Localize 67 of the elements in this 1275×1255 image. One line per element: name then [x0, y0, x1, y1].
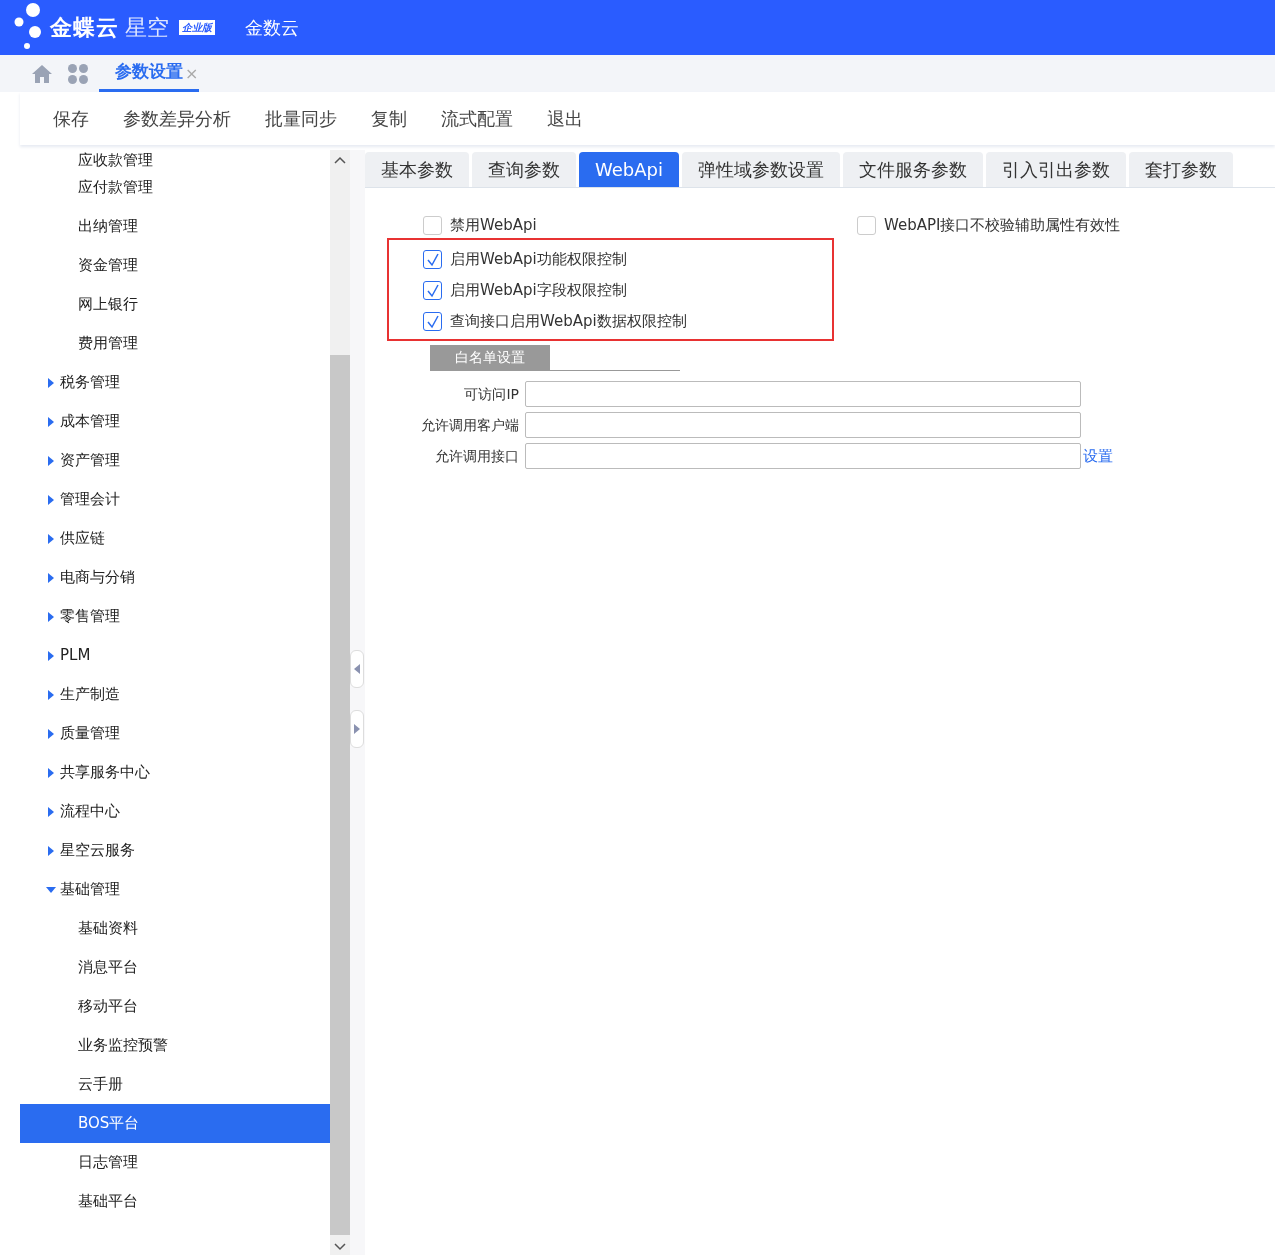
settings-tab[interactable]: 查询参数 — [472, 152, 576, 187]
option-label: 启用WebApi字段权限控制 — [450, 280, 627, 302]
input-field[interactable] — [525, 381, 1081, 407]
expand-handle[interactable] — [350, 710, 364, 748]
tree-item[interactable]: 资产管理 — [20, 441, 330, 480]
toolbar-button[interactable]: 流式配置 — [424, 105, 530, 132]
tree-item[interactable]: 税务管理 — [20, 363, 330, 402]
tree-item[interactable]: PLM — [20, 636, 330, 675]
option-label: 禁用WebApi — [450, 214, 537, 236]
settings-tab[interactable]: 引入引出参数 — [986, 152, 1126, 187]
toolbar-button[interactable]: 保存 — [36, 105, 106, 132]
tree-item[interactable]: 应付款管理 — [20, 168, 330, 207]
tree-item[interactable]: BOS平台 — [20, 1104, 330, 1143]
tree-item[interactable]: 移动平台 — [20, 987, 330, 1026]
tree-item[interactable]: 云手册 — [20, 1065, 330, 1104]
app-title[interactable]: 金数云 — [245, 14, 299, 41]
tree-item[interactable]: 共享服务中心 — [20, 753, 330, 792]
tree-item[interactable]: 流程中心 — [20, 792, 330, 831]
settings-tab[interactable]: 文件服务参数 — [843, 152, 983, 187]
scroll-up-icon[interactable] — [334, 156, 346, 164]
tree-item[interactable]: 质量管理 — [20, 714, 330, 753]
tree-item[interactable]: 基础平台 — [20, 1182, 330, 1221]
option-label: WebAPI接口不校验辅助属性有效性 — [884, 214, 1121, 236]
checkbox[interactable] — [857, 215, 876, 235]
settings-tab[interactable]: 套打参数 — [1129, 152, 1233, 187]
tree-item[interactable]: 出纳管理 — [20, 207, 330, 246]
collapse-handle[interactable] — [350, 650, 364, 688]
toolbar-button[interactable]: 复制 — [354, 105, 424, 132]
tree-item[interactable]: 管理会计 — [20, 480, 330, 519]
input-field[interactable] — [525, 443, 1081, 469]
toolbar-button[interactable]: 参数差异分析 — [106, 105, 248, 132]
tree-item[interactable]: 成本管理 — [20, 402, 330, 441]
tree-item[interactable]: 业务监控预警 — [20, 1026, 330, 1065]
logo-text: 金蝶云 — [50, 14, 119, 42]
checkbox[interactable] — [423, 281, 442, 300]
checkbox[interactable] — [423, 312, 442, 331]
tree-item[interactable]: 星空云服务 — [20, 831, 330, 870]
tree-item[interactable]: 费用管理 — [20, 324, 330, 363]
tree-item[interactable]: 电商与分销 — [20, 558, 330, 597]
toolbar-button[interactable]: 批量同步 — [248, 105, 354, 132]
tree-item[interactable]: 消息平台 — [20, 948, 330, 987]
tree-item[interactable]: 网上银行 — [20, 285, 330, 324]
tree-item[interactable]: 基础管理 — [20, 870, 330, 909]
settings-tab[interactable]: 弹性域参数设置 — [682, 152, 840, 187]
field-label: 可访问IP — [463, 384, 520, 404]
edition-badge: 企业版 — [179, 20, 215, 35]
input-field[interactable] — [525, 412, 1081, 438]
tree-item[interactable]: 应收款管理 — [20, 150, 330, 168]
field-label: 允许调用接口 — [434, 446, 520, 466]
field-label: 允许调用客户端 — [420, 415, 520, 435]
logo-subtext: 星空 — [125, 14, 169, 42]
option-label: 启用WebApi功能权限控制 — [450, 249, 627, 271]
checkbox[interactable] — [423, 250, 442, 269]
tree-item[interactable]: 基础资料 — [20, 909, 330, 948]
option-label: 查询接口启用WebApi数据权限控制 — [450, 311, 687, 333]
toolbar-button[interactable]: 退出 — [530, 105, 600, 132]
tree-item[interactable]: 资金管理 — [20, 246, 330, 285]
scrollbar-thumb[interactable] — [330, 355, 350, 1235]
tree-item[interactable]: 零售管理 — [20, 597, 330, 636]
settings-tab[interactable]: 基本参数 — [365, 152, 469, 187]
tree-item[interactable]: 日志管理 — [20, 1143, 330, 1182]
tree-item[interactable]: 供应链 — [20, 519, 330, 558]
scroll-down-icon[interactable] — [334, 1243, 346, 1251]
settings-link[interactable]: 设置 — [1083, 444, 1113, 468]
tree-item[interactable]: 生产制造 — [20, 675, 330, 714]
settings-tab[interactable]: WebApi — [579, 152, 679, 187]
checkbox[interactable] — [423, 215, 442, 235]
